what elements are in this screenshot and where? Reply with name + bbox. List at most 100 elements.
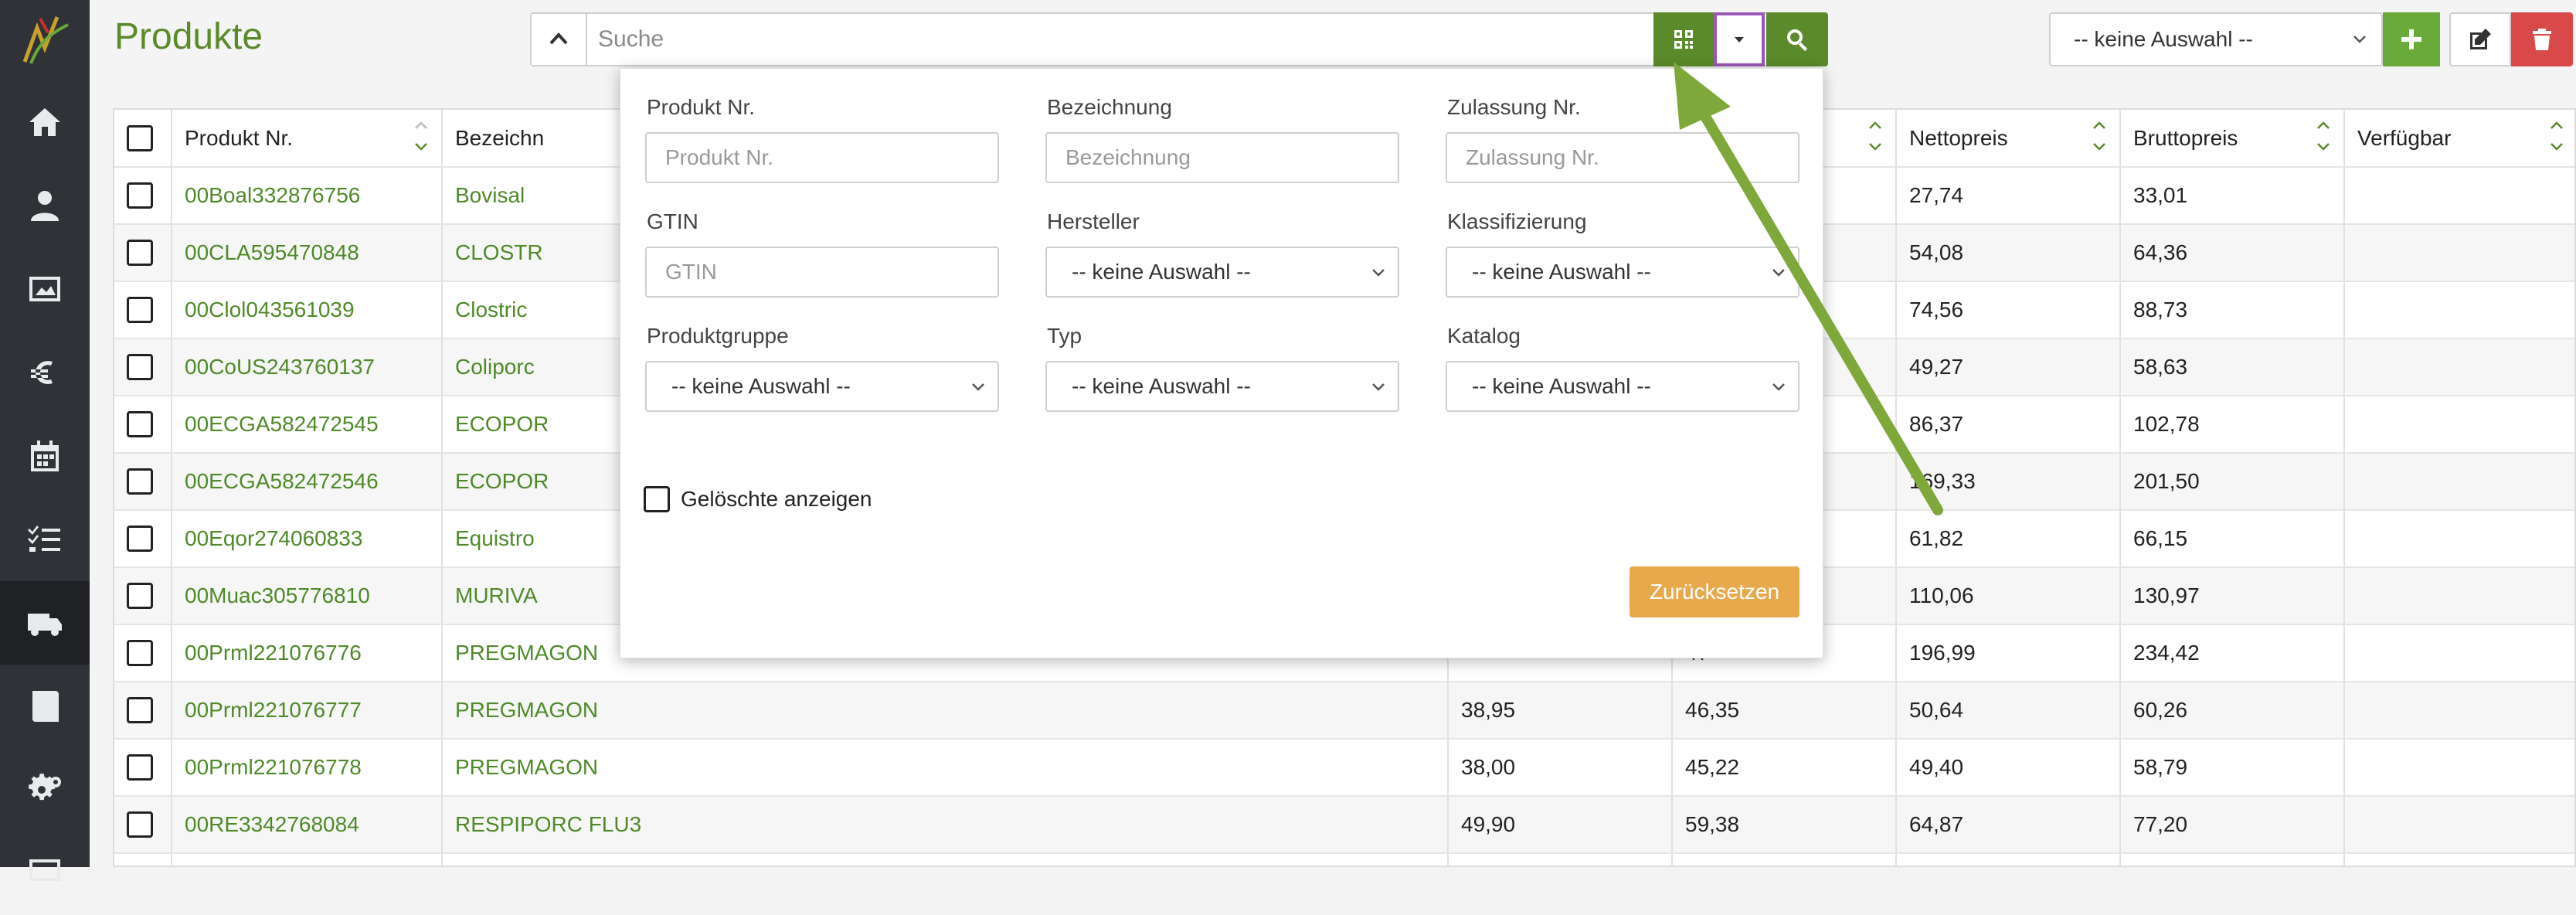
row-checkbox[interactable] xyxy=(127,583,153,610)
sidebar-item-finance[interactable] xyxy=(0,331,90,414)
header-bruttopreis[interactable]: Bruttopreis xyxy=(2120,110,2345,168)
produkt-nr-cell[interactable]: 00Boal332876756 xyxy=(172,167,443,225)
bezeichnung-cell[interactable]: PREGMAGON xyxy=(442,739,1449,797)
typ-select[interactable]: -- keine Auswahl -- xyxy=(1045,361,1399,412)
row-checkbox[interactable] xyxy=(127,354,153,381)
search-bar xyxy=(530,12,1828,66)
sort-toggle[interactable] xyxy=(2547,116,2566,161)
sidebar-item-delivery[interactable] xyxy=(0,581,90,665)
bezeichnung-field[interactable]: Bezeichnung xyxy=(1045,132,1399,183)
produkt-nr-cell[interactable]: 00Prml221076776 xyxy=(172,624,443,682)
header-label: Nettopreis xyxy=(1909,125,2008,150)
sidebar-item-user[interactable] xyxy=(0,164,90,247)
reset-button[interactable]: Zurücksetzen xyxy=(1630,566,1799,617)
header-verfuegbar[interactable]: Verfügbar xyxy=(2344,110,2574,168)
sidebar-item-calendar[interactable] xyxy=(0,414,90,498)
verfuegbar-cell xyxy=(2344,796,2574,854)
select-all-cell xyxy=(114,110,172,168)
sort-toggle[interactable] xyxy=(412,116,430,161)
table-row[interactable]: 00Prml221076777 PREGMAGON 38,95 46,35 50,64 6… xyxy=(114,682,2574,740)
collapse-filter-button[interactable] xyxy=(532,14,587,65)
row-checkbox[interactable] xyxy=(127,240,153,267)
delete-button[interactable] xyxy=(2511,12,2573,66)
page-title: Produkte xyxy=(114,16,263,57)
edit-button[interactable] xyxy=(2449,12,2511,66)
produkt-nr-cell[interactable]: 00Eqor274060833 xyxy=(172,510,443,568)
katalog-value: -- keine Auswahl -- xyxy=(1472,374,1651,398)
bezeichnung-cell[interactable] xyxy=(442,853,1449,866)
row-checkbox[interactable] xyxy=(127,182,153,209)
produkt-nr-cell[interactable]: 00Prml221076778 xyxy=(172,739,443,797)
verfuegbar-cell xyxy=(2344,453,2574,511)
show-deleted-checkbox[interactable] xyxy=(644,486,670,512)
select-all-checkbox[interactable] xyxy=(127,124,153,151)
produkt-nr-cell[interactable] xyxy=(172,853,443,866)
filter-label-klassifizierung: Klassifizierung xyxy=(1447,209,1587,233)
bezeichnung-cell[interactable]: RESPIPORC FLU3 xyxy=(442,796,1449,854)
filter-label-hersteller: Hersteller xyxy=(1047,209,1140,233)
produkt-nr-cell[interactable]: 00RE3342768084 xyxy=(172,796,443,854)
header-nettopreis[interactable]: Nettopreis xyxy=(1896,110,2121,168)
zulassung-nr-placeholder: Zulassung Nr. xyxy=(1466,145,1599,169)
filter-label-gtin: GTIN xyxy=(647,209,698,233)
sort-toggle[interactable] xyxy=(2314,116,2333,161)
hersteller-select[interactable]: -- keine Auswahl -- xyxy=(1045,247,1399,298)
row-checkbox[interactable] xyxy=(127,640,153,667)
row-checkbox[interactable] xyxy=(127,526,153,553)
row-checkbox[interactable] xyxy=(127,297,153,324)
main-content: Produkte -- keine Auswahl -- xyxy=(90,0,2576,867)
search-input[interactable] xyxy=(590,14,1556,65)
filter-panel: Produkt Nr. Bezeichnung Zulassung Nr. Pr… xyxy=(620,68,1823,658)
sidebar-item-home[interactable] xyxy=(0,80,90,164)
table-row[interactable]: 00Prml221076778 PREGMAGON 38,00 45,22 49,40 5… xyxy=(114,739,2574,797)
produkt-nr-cell[interactable]: 00ECGA582472545 xyxy=(172,396,443,454)
table-row[interactable]: 00RE3342768084 RESPIPORC FLU3 49,90 59,38 64… xyxy=(114,796,2574,854)
bruttopreis-cell: 66,15 xyxy=(2120,510,2345,568)
show-deleted-option[interactable]: Gelöschte anzeigen xyxy=(644,486,872,512)
klassifizierung-select[interactable]: -- keine Auswahl -- xyxy=(1446,247,1799,298)
add-button[interactable] xyxy=(2383,12,2440,66)
row-select-cell xyxy=(114,338,172,396)
produkt-nr-cell[interactable]: 00Clol043561039 xyxy=(172,281,443,339)
sidebar-item-settings[interactable] xyxy=(0,748,90,832)
sort-asc-icon xyxy=(2551,121,2563,129)
sort-toggle[interactable] xyxy=(2090,116,2109,161)
sidebar xyxy=(0,0,90,881)
verfuegbar-cell xyxy=(2344,682,2574,740)
barcode-scan-button[interactable] xyxy=(1653,12,1714,66)
settings-icon xyxy=(29,774,61,801)
produkt-nr-cell[interactable]: 00CLA595470848 xyxy=(172,224,443,282)
sort-toggle[interactable] xyxy=(1866,116,1884,161)
verfuegbar-cell xyxy=(2344,739,2574,797)
netto-cell xyxy=(1448,853,1673,866)
row-checkbox[interactable] xyxy=(127,754,153,781)
verfuegbar-cell xyxy=(2344,281,2574,339)
bezeichnung-cell[interactable]: PREGMAGON xyxy=(442,682,1449,740)
edit-icon xyxy=(2470,29,2491,49)
top-selection-dropdown[interactable]: -- keine Auswahl -- xyxy=(2049,12,2383,66)
row-checkbox[interactable] xyxy=(127,697,153,724)
nettopreis-cell xyxy=(1896,853,2121,866)
row-checkbox[interactable] xyxy=(127,468,153,495)
nettopreis-cell: 50,64 xyxy=(1896,682,2121,740)
verfuegbar-cell xyxy=(2344,338,2574,396)
table-row[interactable] xyxy=(114,853,2574,866)
sidebar-item-tasks[interactable] xyxy=(0,498,90,581)
sidebar-item-image[interactable] xyxy=(0,247,90,331)
produkt-nr-cell[interactable]: 00CoUS243760137 xyxy=(172,338,443,396)
header-produkt-nr[interactable]: Produkt Nr. xyxy=(172,110,443,168)
row-checkbox[interactable] xyxy=(127,811,153,838)
katalog-select[interactable]: -- keine Auswahl -- xyxy=(1446,361,1799,412)
produktgruppe-select[interactable]: -- keine Auswahl -- xyxy=(645,361,999,412)
search-button[interactable] xyxy=(1766,12,1828,66)
zulassung-nr-field[interactable]: Zulassung Nr. xyxy=(1446,132,1799,183)
produkt-nr-cell[interactable]: 00Muac305776810 xyxy=(172,567,443,625)
gtin-field[interactable]: GTIN xyxy=(645,247,999,298)
sidebar-item-catalog[interactable] xyxy=(0,665,90,748)
produkt-nr-field[interactable]: Produkt Nr. xyxy=(645,132,999,183)
row-checkbox[interactable] xyxy=(127,411,153,438)
produkt-nr-cell[interactable]: 00ECGA582472546 xyxy=(172,453,443,511)
produkt-nr-cell[interactable]: 00Prml221076777 xyxy=(172,682,443,740)
sidebar-item-reports[interactable] xyxy=(0,832,90,915)
filter-dropdown-toggle[interactable] xyxy=(1714,12,1765,66)
